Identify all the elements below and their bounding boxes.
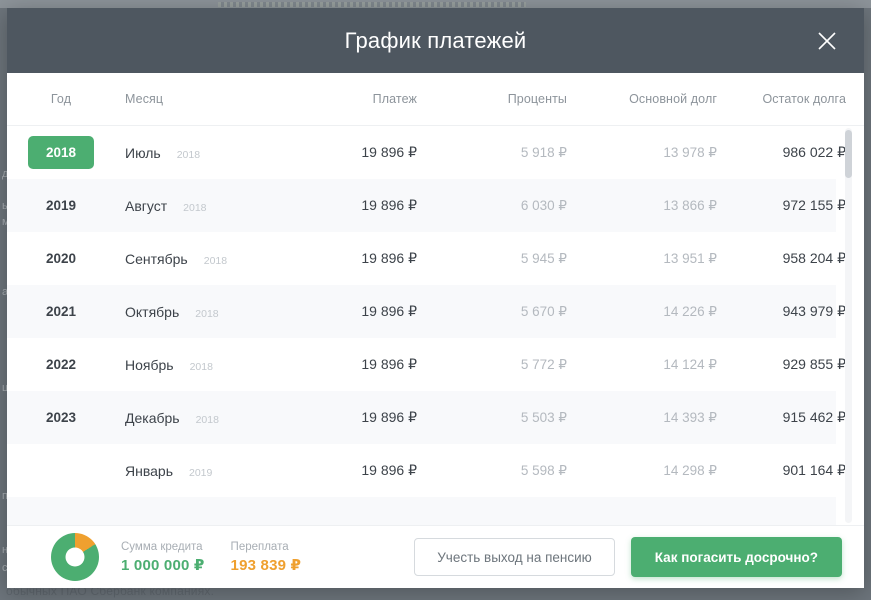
row-principal-cell: 13 866 ₽ — [567, 198, 717, 214]
year-badge-active[interactable]: 2018 — [28, 136, 94, 169]
month-year: 2018 — [190, 361, 213, 373]
table-row[interactable]: 2022Ноябрь201819 896 ₽5 772 ₽14 124 ₽929… — [7, 338, 836, 391]
row-interest-cell: 5 918 ₽ — [417, 145, 567, 161]
loan-breakdown-donut-chart — [51, 533, 99, 581]
table-row[interactable]: 2023Декабрь201819 896 ₽5 503 ₽14 393 ₽91… — [7, 391, 836, 444]
row-year-cell: 2018 — [7, 136, 115, 169]
row-remaining-cell: 958 204 ₽ — [717, 250, 846, 267]
row-month-cell: Ноябрь 2018 — [115, 357, 277, 373]
year-label[interactable]: 2020 — [46, 251, 76, 266]
loan-amount-label: Сумма кредита — [121, 541, 205, 553]
row-payment-cell: 19 896 ₽ — [277, 144, 417, 161]
row-principal-cell: 14 393 ₽ — [567, 410, 717, 426]
month-year: 2019 — [189, 467, 212, 479]
column-header-interest: Проценты — [417, 92, 567, 106]
row-month-cell: Июль 2018 — [115, 145, 277, 161]
month-year: 2018 — [196, 414, 219, 426]
pension-button[interactable]: Учесть выход на пенсию — [414, 538, 615, 576]
donut-hole — [66, 548, 85, 567]
row-remaining-cell: 943 979 ₽ — [717, 303, 846, 320]
row-remaining-cell: 986 022 ₽ — [717, 144, 846, 161]
month-name: Август — [125, 198, 167, 214]
row-year-cell: 2023 — [7, 410, 115, 425]
row-interest-cell: 5 670 ₽ — [417, 304, 567, 320]
row-month-cell: Сентябрь 2018 — [115, 251, 277, 267]
row-interest-cell: 5 772 ₽ — [417, 357, 567, 373]
table-row[interactable]: 2020Сентябрь201819 896 ₽5 945 ₽13 951 ₽9… — [7, 232, 836, 285]
modal-header: График платежей — [7, 8, 864, 73]
row-payment-cell: 19 896 ₽ — [277, 303, 417, 320]
row-year-cell: 2022 — [7, 357, 115, 372]
table-row[interactable]: Январь201919 896 ₽5 598 ₽14 298 ₽901 164… — [7, 444, 836, 497]
overpayment-block: Переплата 193 839 ₽ — [231, 541, 302, 574]
table-row[interactable]: 2018Июль201819 896 ₽5 918 ₽13 978 ₽986 0… — [7, 126, 836, 179]
table-row[interactable] — [7, 497, 836, 525]
month-year: 2018 — [204, 255, 227, 267]
overpayment-label: Переплата — [231, 541, 302, 553]
month-name: Июль — [125, 145, 161, 161]
row-year-cell: 2021 — [7, 304, 115, 319]
column-header-month: Месяц — [115, 92, 277, 106]
column-header-payment: Платеж — [277, 92, 417, 106]
early-repayment-button[interactable]: Как погасить досрочно? — [631, 537, 842, 577]
column-header-principal: Основной долг — [567, 92, 717, 106]
year-label[interactable]: 2022 — [46, 357, 76, 372]
table-scrollbar-thumb[interactable] — [845, 130, 852, 178]
row-remaining-cell: 929 855 ₽ — [717, 356, 846, 373]
row-interest-cell: 5 503 ₽ — [417, 410, 567, 426]
row-principal-cell: 14 298 ₽ — [567, 463, 717, 479]
year-label[interactable]: 2019 — [46, 198, 76, 213]
table-scrollbar-track[interactable] — [845, 128, 852, 523]
payment-schedule-modal: График платежей Год Месяц Платеж Процент… — [7, 8, 864, 588]
row-principal-cell: 14 124 ₽ — [567, 357, 717, 373]
row-remaining-cell: 972 155 ₽ — [717, 197, 846, 214]
row-month-cell: Декабрь 2018 — [115, 410, 277, 426]
row-remaining-cell: 915 462 ₽ — [717, 409, 846, 426]
overpayment-value: 193 839 ₽ — [231, 556, 302, 574]
month-year: 2018 — [183, 202, 206, 214]
row-remaining-cell: 901 164 ₽ — [717, 462, 846, 479]
table-rows-viewport: 2018Июль201819 896 ₽5 918 ₽13 978 ₽986 0… — [7, 126, 864, 525]
row-payment-cell: 19 896 ₽ — [277, 409, 417, 426]
month-year: 2018 — [177, 149, 200, 161]
payment-schedule-table: Год Месяц Платеж Проценты Основной долг … — [7, 73, 864, 525]
backdrop-dashed-strip — [218, 2, 526, 7]
month-year: 2018 — [195, 308, 218, 320]
month-name: Декабрь — [125, 410, 180, 426]
row-principal-cell: 13 978 ₽ — [567, 145, 717, 161]
table-body: 2018Июль201819 896 ₽5 918 ₽13 978 ₽986 0… — [7, 126, 864, 525]
row-principal-cell: 14 226 ₽ — [567, 304, 717, 320]
loan-amount-value: 1 000 000 ₽ — [121, 556, 205, 574]
row-year-cell: 2020 — [7, 251, 115, 266]
footer-actions: Учесть выход на пенсию Как погасить доср… — [414, 537, 842, 577]
year-label[interactable]: 2023 — [46, 410, 76, 425]
modal-title: График платежей — [345, 28, 527, 54]
row-month-cell: Август 2018 — [115, 198, 277, 214]
loan-summary: Сумма кредита 1 000 000 ₽ Переплата 193 … — [121, 541, 301, 574]
loan-amount-block: Сумма кредита 1 000 000 ₽ — [121, 541, 205, 574]
row-payment-cell: 19 896 ₽ — [277, 356, 417, 373]
row-payment-cell: 19 896 ₽ — [277, 250, 417, 267]
month-name: Январь — [125, 463, 173, 479]
row-principal-cell: 13 951 ₽ — [567, 251, 717, 267]
month-name: Сентябрь — [125, 251, 188, 267]
year-label[interactable]: 2021 — [46, 304, 76, 319]
row-payment-cell: 19 896 ₽ — [277, 197, 417, 214]
row-month-cell: Октябрь 2018 — [115, 304, 277, 320]
column-header-remaining: Остаток долга — [717, 92, 846, 106]
row-interest-cell: 5 945 ₽ — [417, 251, 567, 267]
row-year-cell: 2019 — [7, 198, 115, 213]
table-row[interactable]: 2021Октябрь201819 896 ₽5 670 ₽14 226 ₽94… — [7, 285, 836, 338]
table-row[interactable]: 2019Август201819 896 ₽6 030 ₽13 866 ₽972… — [7, 179, 836, 232]
row-month-cell: Январь 2019 — [115, 463, 277, 479]
column-header-year: Год — [7, 92, 115, 106]
row-interest-cell: 5 598 ₽ — [417, 463, 567, 479]
table-header-row: Год Месяц Платеж Проценты Основной долг … — [7, 73, 864, 126]
row-interest-cell: 6 030 ₽ — [417, 198, 567, 214]
modal-footer: Сумма кредита 1 000 000 ₽ Переплата 193 … — [7, 525, 864, 588]
close-icon[interactable] — [812, 26, 842, 56]
month-name: Октябрь — [125, 304, 179, 320]
month-name: Ноябрь — [125, 357, 174, 373]
row-payment-cell: 19 896 ₽ — [277, 462, 417, 479]
